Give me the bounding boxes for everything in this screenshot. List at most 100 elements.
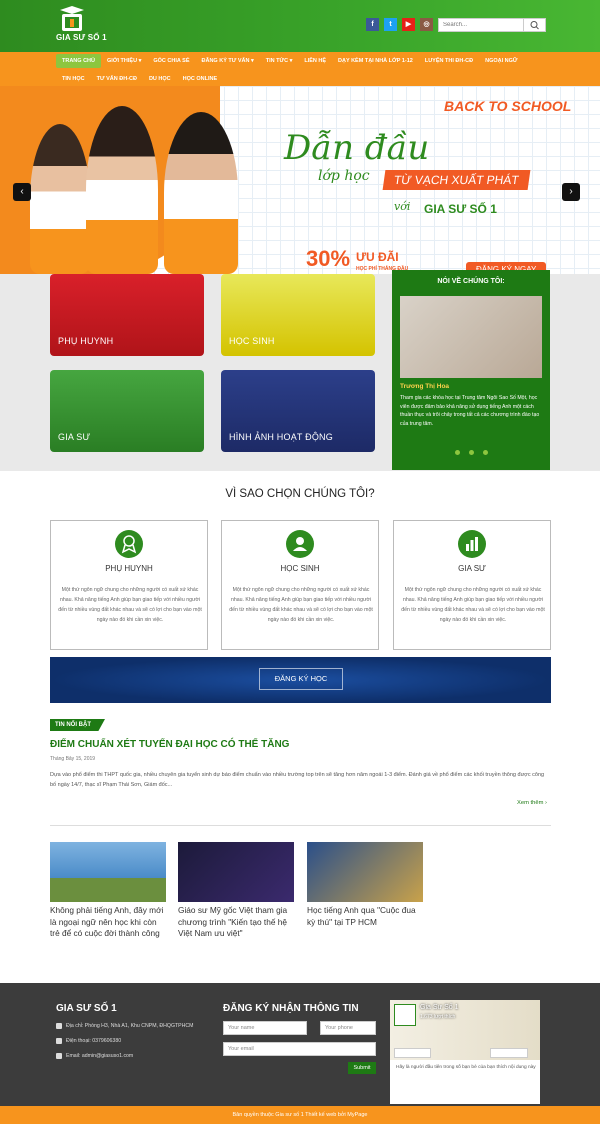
why-box-title: GIA SƯ bbox=[458, 564, 486, 573]
hero-subline: lớp học bbox=[318, 168, 370, 184]
logo-text[interactable]: GIA SƯ SỐ 1 bbox=[56, 33, 107, 42]
nav-item-news[interactable]: TIN TỨC ▾ bbox=[260, 54, 299, 68]
phone-icon bbox=[56, 1038, 62, 1044]
site-header: GIA SƯ SỐ 1 f t ▶ ◎ bbox=[0, 0, 600, 52]
search-icon bbox=[530, 21, 539, 30]
subscribe-title: ĐĂNG KÝ NHẬN THÔNG TIN bbox=[223, 1003, 359, 1014]
read-more-link[interactable]: Xem thêm › bbox=[517, 800, 547, 806]
fb-likes: 1.673 lượt thích bbox=[420, 1014, 456, 1020]
hero-start-banner: TỪ VẠCH XUẤT PHÁT bbox=[382, 170, 531, 190]
location-icon bbox=[56, 1023, 62, 1029]
about-panel: NÓI VỀ CHÚNG TÔI: Trương Thị Hoa Tham gi… bbox=[392, 270, 550, 470]
student-photo-3 bbox=[164, 112, 238, 274]
footer-phone: Điện thoại: 0379606380 bbox=[66, 1038, 122, 1044]
why-title: VÌ SAO CHỌN CHÚNG TÔI? bbox=[225, 488, 375, 500]
nav-item-online[interactable]: HỌC ONLINE bbox=[177, 72, 224, 86]
hero-offer: ƯU ĐÃI bbox=[356, 250, 399, 264]
search-bar bbox=[438, 18, 546, 32]
news-excerpt: Dựa vào phổ điểm thi THPT quốc gia, nhiề… bbox=[50, 772, 545, 788]
slider-dot[interactable] bbox=[455, 450, 460, 455]
fb-page-logo bbox=[394, 1004, 416, 1026]
nav-item-about[interactable]: GIỚI THIỆU ▾ bbox=[101, 54, 147, 68]
nav-item-tutoring[interactable]: DẠY KÈM TẠI NHÀ LỚP 1-12 bbox=[332, 54, 419, 68]
nav-item-exam-prep[interactable]: LUYỆN THI ĐH-CĐ bbox=[419, 54, 479, 68]
testimonial-name: Trương Thị Hoa bbox=[400, 383, 450, 390]
slider-dot[interactable] bbox=[483, 450, 488, 455]
card-activities[interactable]: HÌNH ẢNH HOẠT ĐỘNG bbox=[221, 370, 375, 452]
twitter-icon[interactable]: t bbox=[384, 18, 397, 31]
facebook-icon[interactable]: f bbox=[366, 18, 379, 31]
hero-percent: 30% bbox=[306, 246, 351, 271]
hero-back-to-school: BACK TO SCHOOL bbox=[444, 98, 572, 114]
card-students[interactable]: HỌC SINH bbox=[221, 274, 375, 356]
facebook-page-widget[interactable]: Gia Sư Số 1 1.673 lượt thích Thích Trang… bbox=[390, 1000, 540, 1104]
article-thumbnail[interactable] bbox=[50, 842, 166, 902]
hero-slider[interactable]: BACK TO SCHOOL Dẫn đầu lớp học TỪ VẠCH X… bbox=[0, 86, 600, 274]
news-date: Tháng Bảy 15, 2019 bbox=[50, 756, 96, 762]
submit-button[interactable]: Submit bbox=[348, 1062, 376, 1074]
user-icon bbox=[286, 530, 314, 558]
name-field[interactable]: Your name bbox=[223, 1021, 307, 1035]
footer-brand: GIA SƯ SỐ 1 bbox=[56, 1003, 117, 1014]
footer-address: Địa chỉ: Phòng H3, Nhà A1, Khu CNPM, ĐHQ… bbox=[66, 1023, 194, 1029]
main-nav: TRANG CHỦ GIỚI THIỆU ▾ GÓC CHIA SẺ ĐĂNG … bbox=[0, 52, 600, 86]
testimonial-text: Tham gia các khóa học tại Trung tâm Ngôi… bbox=[400, 395, 540, 427]
slider-next-icon[interactable]: › bbox=[562, 183, 580, 201]
hero-headline: Dẫn đầu bbox=[284, 128, 430, 168]
why-box-title: HỌC SINH bbox=[280, 564, 320, 573]
article-thumbnail[interactable] bbox=[178, 842, 294, 902]
article-thumbnail[interactable] bbox=[307, 842, 423, 902]
article-title[interactable]: Học tiếng Anh qua "Cuộc đua kỳ thú" tại … bbox=[307, 905, 425, 928]
why-box-body: Một thứ ngôn ngữ chung cho những người c… bbox=[58, 587, 202, 623]
nav-item-register[interactable]: ĐĂNG KÝ TƯ VẤN ▾ bbox=[196, 54, 260, 68]
card-label: HỌC SINH bbox=[229, 336, 275, 346]
divider bbox=[50, 825, 551, 826]
card-tutors[interactable]: GIA SƯ bbox=[50, 370, 204, 452]
nav-item-study-abroad[interactable]: DU HỌC bbox=[143, 72, 177, 86]
card-parents[interactable]: PHỤ HUYNH bbox=[50, 274, 204, 356]
card-label: HÌNH ẢNH HOẠT ĐỘNG bbox=[229, 432, 333, 442]
fb-message-button[interactable]: Gửi tin nhắn bbox=[490, 1048, 528, 1058]
hero-with: với bbox=[394, 200, 411, 213]
logo-icon[interactable] bbox=[56, 6, 88, 32]
student-photo-1 bbox=[30, 124, 90, 274]
nav-item-it[interactable]: TIN HỌC bbox=[56, 72, 91, 86]
footer-email: Email: admin@giasuso1.com bbox=[66, 1053, 134, 1059]
news-title[interactable]: ĐIỂM CHUẨN XÉT TUYỂN ĐẠI HỌC CÓ THỂ TĂNG bbox=[50, 739, 289, 750]
fb-like-button[interactable]: Thích Trang bbox=[394, 1048, 431, 1058]
student-photo-2 bbox=[86, 106, 158, 274]
search-button[interactable] bbox=[523, 19, 545, 31]
card-label: PHỤ HUYNH bbox=[58, 336, 114, 346]
nav-item-home[interactable]: TRANG CHỦ bbox=[56, 54, 101, 68]
fb-page-name[interactable]: Gia Sư Số 1 bbox=[420, 1004, 459, 1011]
article-title[interactable]: Giáo sư Mỹ gốc Việt tham gia chương trìn… bbox=[178, 905, 296, 940]
nav-item-contact[interactable]: LIÊN HỆ bbox=[298, 54, 332, 68]
register-course-button[interactable]: ĐĂNG KÝ HỌC bbox=[259, 668, 343, 690]
slider-dot[interactable] bbox=[469, 450, 474, 455]
nav-item-admission[interactable]: TƯ VẤN ĐH-CĐ bbox=[91, 72, 143, 86]
fb-note: Hãy là người đầu tiên trong số bạn bè củ… bbox=[396, 1065, 536, 1070]
why-box-students: HỌC SINH Một thứ ngôn ngữ chung cho nhữn… bbox=[221, 520, 379, 650]
slider-prev-icon[interactable]: ‹ bbox=[13, 183, 31, 201]
instagram-icon[interactable]: ◎ bbox=[420, 18, 433, 31]
card-label: GIA SƯ bbox=[58, 432, 91, 442]
youtube-icon[interactable]: ▶ bbox=[402, 18, 415, 31]
bar-chart-icon bbox=[458, 530, 486, 558]
email-icon bbox=[56, 1053, 62, 1059]
why-box-title: PHỤ HUYNH bbox=[105, 564, 153, 573]
site-footer: GIA SƯ SỐ 1 Địa chỉ: Phòng H3, Nhà A1, K… bbox=[0, 983, 600, 1106]
nav-item-share[interactable]: GÓC CHIA SẺ bbox=[147, 54, 195, 68]
search-input[interactable] bbox=[439, 19, 523, 31]
nav-item-languages[interactable]: NGOẠI NGỮ bbox=[479, 54, 523, 68]
featured-news-tag: TIN NỔI BẬT bbox=[50, 719, 105, 731]
article-title[interactable]: Không phải tiếng Anh, đây mới là ngoại n… bbox=[50, 905, 168, 940]
email-field[interactable]: Your email bbox=[223, 1042, 376, 1056]
copyright: Bản quyền thuộc Gia sư số 1 Thiết kế web… bbox=[0, 1106, 600, 1124]
phone-field[interactable]: Your phone bbox=[320, 1021, 376, 1035]
testimonial-photo bbox=[400, 296, 542, 378]
why-box-body: Một thứ ngôn ngữ chung cho những người c… bbox=[401, 587, 545, 623]
why-box-tutors: GIA SƯ Một thứ ngôn ngữ chung cho những … bbox=[393, 520, 551, 650]
why-box-body: Một thứ ngôn ngữ chung cho những người c… bbox=[229, 587, 373, 623]
about-title: NÓI VỀ CHÚNG TÔI: bbox=[437, 278, 505, 285]
register-banner: ĐĂNG KÝ HỌC bbox=[50, 657, 551, 703]
